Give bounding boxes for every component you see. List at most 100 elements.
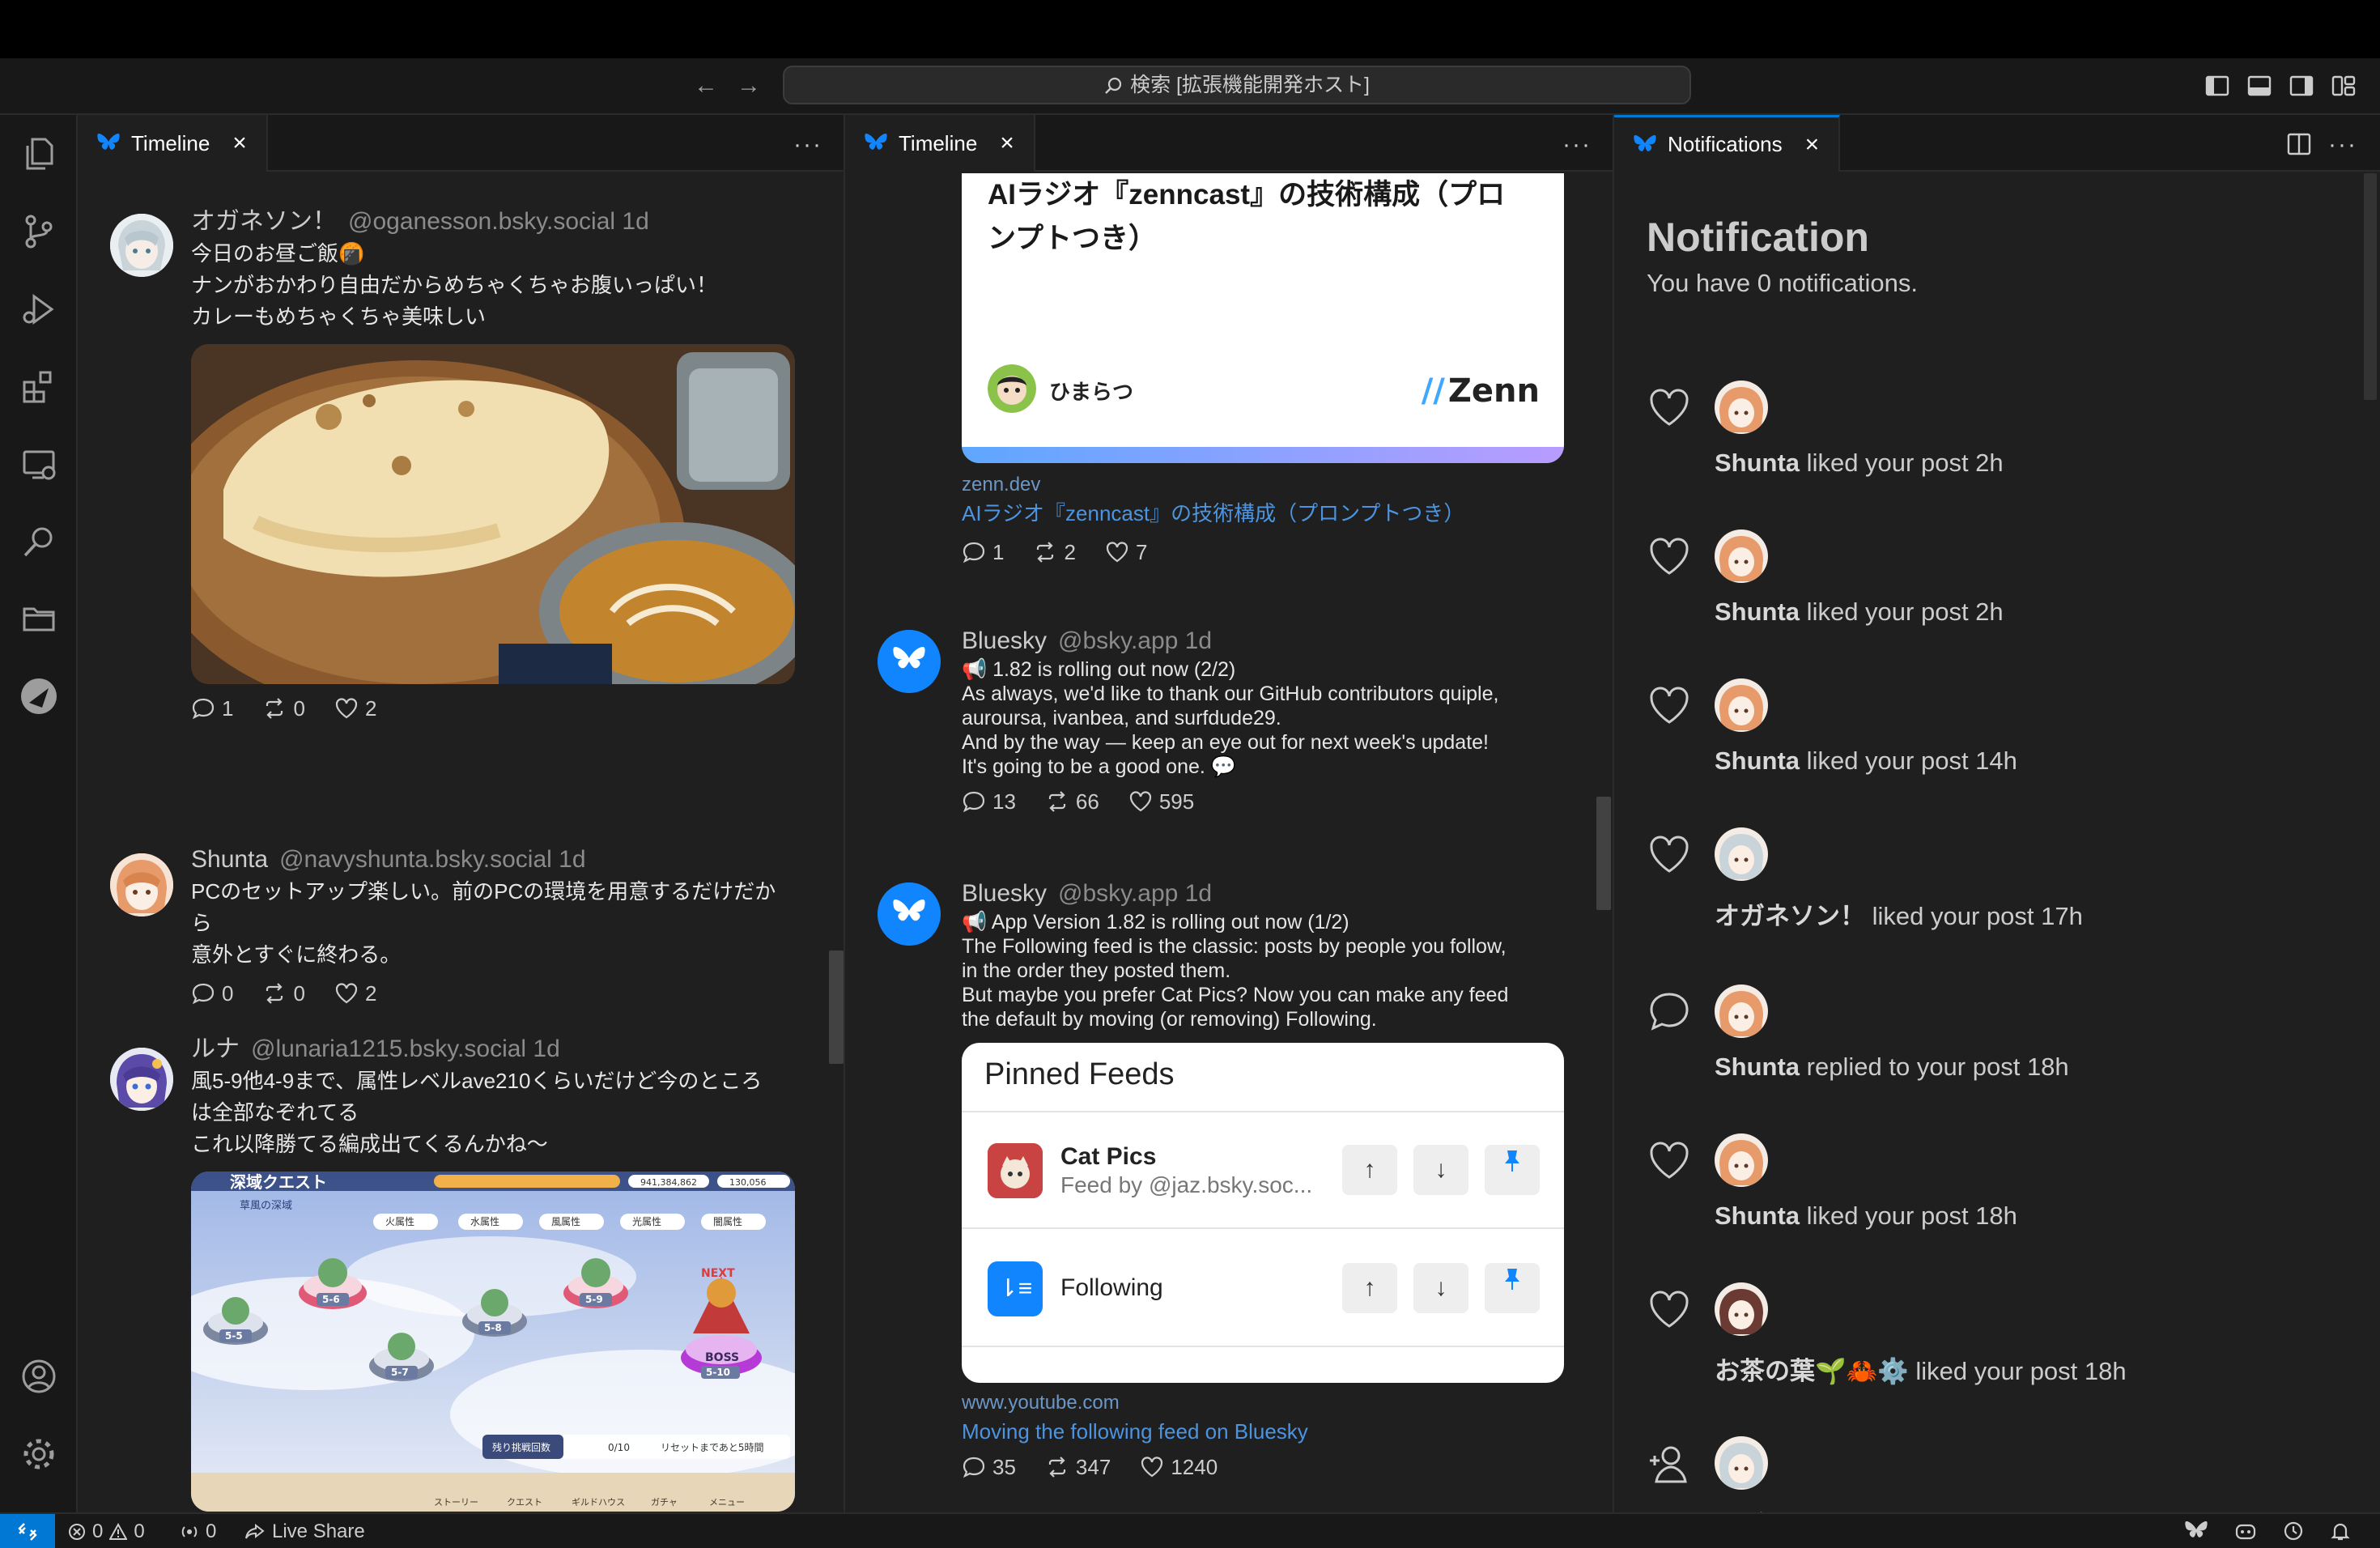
- folder-icon[interactable]: [16, 596, 62, 641]
- source-control-icon[interactable]: [16, 209, 62, 254]
- post-image-game-screenshot[interactable]: 深域クエスト 草風の深域 941,384,862 130,056 火属性 水属性…: [191, 1172, 795, 1512]
- reply-button[interactable]: 35: [962, 1455, 1016, 1480]
- notification-item[interactable]: オガネソン！ liked your post 17h: [1614, 827, 2380, 978]
- pin-button[interactable]: [1485, 1145, 1540, 1195]
- repost-button[interactable]: 2: [1033, 540, 1076, 565]
- move-up-button[interactable]: ↑: [1342, 1263, 1397, 1313]
- copilot-icon[interactable]: [2234, 1520, 2257, 1542]
- avatar[interactable]: [110, 853, 173, 916]
- avatar[interactable]: [1715, 678, 1768, 732]
- notification-user[interactable]: お茶の葉🌱🦀⚙️: [1715, 1357, 1909, 1385]
- tab-timeline-1[interactable]: Timeline ×: [78, 115, 268, 172]
- live-share-button[interactable]: Live Share: [244, 1520, 365, 1543]
- avatar[interactable]: [1715, 1282, 1768, 1336]
- back-arrow-icon[interactable]: ←: [690, 70, 722, 102]
- forward-arrow-icon[interactable]: →: [733, 70, 765, 102]
- post-author[interactable]: Bluesky: [962, 880, 1047, 907]
- notification-user[interactable]: オガネソン！: [1715, 902, 1865, 930]
- avatar[interactable]: [1715, 1133, 1768, 1187]
- like-button[interactable]: 7: [1105, 540, 1147, 565]
- notification-item[interactable]: Shunta liked your post 2h: [1614, 381, 2380, 531]
- avatar[interactable]: [110, 214, 173, 277]
- avatar[interactable]: [110, 1048, 173, 1111]
- avatar[interactable]: [1715, 381, 1768, 434]
- toggle-primary-sidebar-icon[interactable]: [2204, 72, 2231, 100]
- notification-item[interactable]: Shunta liked your post 14h: [1614, 678, 2380, 829]
- customize-layout-icon[interactable]: [2330, 72, 2357, 100]
- timeline-feed[interactable]: オガネソン！ @oganesson.bsky.social 1d 今日のお昼ご飯🍘…: [78, 173, 844, 1512]
- accounts-icon[interactable]: [16, 1354, 62, 1399]
- avatar[interactable]: [1715, 529, 1768, 583]
- post-handle[interactable]: @navyshunta.bsky.social 1d: [279, 846, 585, 873]
- toggle-panel-icon[interactable]: [2246, 72, 2273, 100]
- command-center-search[interactable]: 検索 [拡張機能開発ホスト]: [783, 66, 1691, 104]
- post-author[interactable]: オガネソン！: [191, 208, 337, 235]
- link-card-zenn[interactable]: AIラジオ『zenncast』の技術構成（プロンプトつき） ひまらつ //Zen…: [962, 173, 1564, 463]
- more-actions-icon[interactable]: ···: [1562, 131, 1592, 159]
- notification-item[interactable]: Shunta replied to your post 18h: [1614, 985, 2380, 1135]
- scrollbar-thumb[interactable]: [1596, 797, 1611, 910]
- notification-user[interactable]: Shunta: [1715, 1201, 1800, 1230]
- settings-gear-icon[interactable]: [16, 1431, 62, 1477]
- like-button[interactable]: 2: [334, 696, 376, 721]
- problems-indicator[interactable]: 0 0: [68, 1520, 145, 1543]
- move-down-button[interactable]: ↓: [1413, 1263, 1468, 1313]
- link-title[interactable]: Moving the following feed on Bluesky: [962, 1417, 1564, 1446]
- post-author[interactable]: Bluesky: [962, 627, 1047, 654]
- history-icon[interactable]: [2283, 1520, 2304, 1542]
- explorer-icon[interactable]: [16, 131, 62, 176]
- close-icon[interactable]: ×: [1000, 130, 1014, 157]
- notification-user[interactable]: Shunta: [1715, 746, 1800, 775]
- repost-button[interactable]: 0: [262, 981, 305, 1006]
- post-handle[interactable]: @bsky.app 1d: [1058, 880, 1212, 907]
- move-up-button[interactable]: ↑: [1342, 1145, 1397, 1195]
- pin-button[interactable]: [1485, 1263, 1540, 1313]
- post-image-naan-curry[interactable]: [191, 344, 795, 684]
- split-editor-icon[interactable]: [2286, 131, 2312, 157]
- bluesky-extension-icon[interactable]: [16, 674, 62, 719]
- extensions-icon[interactable]: [16, 364, 62, 410]
- notification-user[interactable]: Shunta: [1715, 1053, 1800, 1081]
- notification-item[interactable]: オガネソン！ followed you 18h: [1614, 1436, 2380, 1512]
- link-title[interactable]: AIラジオ『zenncast』の技術構成（プロンプトつき）: [962, 499, 1464, 528]
- avatar[interactable]: [1715, 827, 1768, 881]
- remote-explorer-icon[interactable]: [16, 442, 62, 487]
- notification-item[interactable]: Shunta liked your post 18h: [1614, 1133, 2380, 1284]
- post-author[interactable]: ルナ: [191, 1036, 240, 1062]
- notifications-bell-icon[interactable]: [2330, 1520, 2351, 1542]
- toggle-secondary-sidebar-icon[interactable]: [2288, 72, 2315, 100]
- reply-button[interactable]: 1: [191, 696, 233, 721]
- avatar[interactable]: [1715, 1436, 1768, 1490]
- run-debug-icon[interactable]: [16, 287, 62, 332]
- avatar[interactable]: [878, 630, 941, 693]
- search-sidebar-icon[interactable]: [16, 520, 62, 565]
- remote-indicator[interactable]: [0, 1514, 55, 1548]
- like-button[interactable]: 1240: [1140, 1455, 1218, 1480]
- bluesky-status-icon[interactable]: [2184, 1520, 2208, 1542]
- tab-notifications[interactable]: Notifications ×: [1614, 115, 1841, 172]
- post-handle[interactable]: @lunaria1215.bsky.social 1d: [251, 1036, 560, 1062]
- like-button[interactable]: 595: [1128, 789, 1194, 814]
- reply-button[interactable]: 1: [962, 540, 1004, 565]
- reply-button[interactable]: 13: [962, 789, 1016, 814]
- like-button[interactable]: 2: [334, 981, 376, 1006]
- post-author[interactable]: Shunta: [191, 846, 268, 873]
- scrollbar-thumb[interactable]: [829, 950, 844, 1064]
- ports-indicator[interactable]: 0: [180, 1520, 216, 1543]
- avatar[interactable]: [878, 882, 941, 946]
- repost-button[interactable]: 66: [1045, 789, 1099, 814]
- notification-user[interactable]: Shunta: [1715, 598, 1800, 626]
- post-handle[interactable]: @bsky.app 1d: [1058, 627, 1212, 654]
- notification-item[interactable]: Shunta liked your post 2h: [1614, 529, 2380, 680]
- notification-item[interactable]: お茶の葉🌱🦀⚙️ liked your post 18h: [1614, 1282, 2380, 1433]
- reply-button[interactable]: 0: [191, 981, 233, 1006]
- post-handle[interactable]: @oganesson.bsky.social 1d: [348, 208, 649, 235]
- more-actions-icon[interactable]: ···: [793, 131, 822, 159]
- close-icon[interactable]: ×: [232, 130, 247, 157]
- repost-button[interactable]: 0: [262, 696, 305, 721]
- tab-timeline-2[interactable]: Timeline ×: [845, 115, 1035, 172]
- avatar[interactable]: [1715, 985, 1768, 1038]
- move-down-button[interactable]: ↓: [1413, 1145, 1468, 1195]
- repost-button[interactable]: 347: [1045, 1455, 1111, 1480]
- notification-user[interactable]: Shunta: [1715, 449, 1800, 477]
